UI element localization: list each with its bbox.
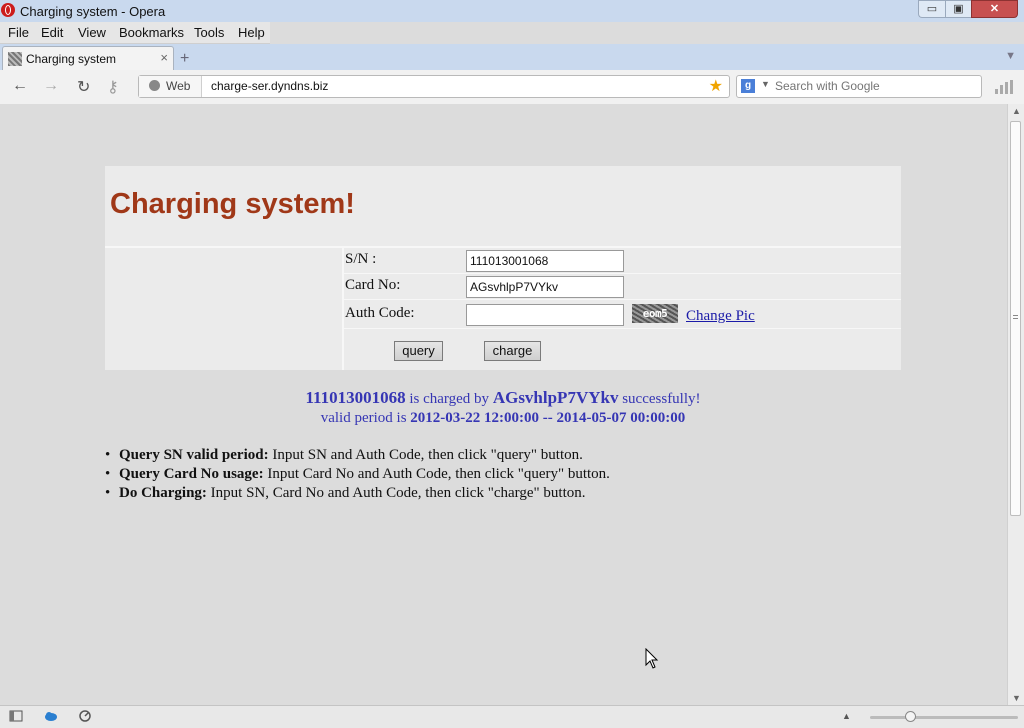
query-button[interactable]: query [394,341,443,361]
forward-button[interactable]: → [43,77,59,95]
result-charged-by: is charged by [409,391,490,407]
web-label: Web [166,79,191,93]
favicon-icon [8,52,22,66]
web-badge[interactable]: Web [139,76,202,97]
search-engine-dropdown-icon[interactable]: ▼ [761,79,770,89]
url-text[interactable]: charge-ser.dyndns.biz [211,79,328,93]
auth-code-input[interactable] [466,304,624,326]
panel-toggle-icon[interactable] [9,710,23,722]
bookmark-star-icon[interactable]: ★ [709,76,723,96]
mouse-cursor-icon [645,648,659,669]
valid-separator: -- [542,410,553,426]
opera-unite-cloud-icon[interactable] [44,710,58,722]
turbo-gauge-icon[interactable] [78,710,92,722]
close-button[interactable]: ✕ [971,0,1018,18]
card-no-input[interactable] [466,276,624,298]
change-pic-link[interactable]: Change Pic [686,308,755,325]
help-title: Query Card No usage: [119,466,264,482]
menu-bookmarks[interactable]: Bookmarks [119,25,184,40]
list-item: Query SN valid period: Input SN and Auth… [105,447,610,466]
tab-strip: Charging system × + ▼ [0,44,1024,70]
menu-file[interactable]: File [8,25,29,40]
result-success: successfully! [622,391,701,407]
navigation-toolbar: ← → ↻ ⚷ Web charge-ser.dyndns.biz ★ g ▼ [0,70,1024,105]
help-text: Input Card No and Auth Code, then click … [263,466,610,482]
list-item: Do Charging: Input SN, Card No and Auth … [105,485,610,504]
page-content: Charging system! S/N : Card No: Auth Cod… [0,104,1007,705]
divider [342,246,344,370]
result-sn: 111013001068 [305,388,406,407]
zoom-view-icon[interactable]: ▲ [842,711,851,721]
menu-edit[interactable]: Edit [41,25,63,40]
auth-code-label: Auth Code: [345,305,415,321]
menu-tools[interactable]: Tools [194,25,224,40]
title-bar: Charging system - Opera ▭ ▣ ✕ [0,0,1024,22]
divider [344,299,901,300]
help-list: Query SN valid period: Input SN and Auth… [105,447,610,504]
valid-period-label: valid period is [320,410,407,426]
address-bar[interactable]: Web charge-ser.dyndns.biz ★ [138,75,730,98]
zoom-slider[interactable] [870,716,1018,719]
list-item: Query Card No usage: Input Card No and A… [105,466,610,485]
valid-from: 2012-03-22 12:00:00 [410,410,540,426]
menu-bar: File Edit View Bookmarks Tools Help [0,22,270,44]
help-text: Input SN and Auth Code, then click "quer… [268,447,583,463]
divider [105,246,901,248]
new-tab-button[interactable]: + [180,50,189,68]
tab-list-chevron-icon[interactable]: ▼ [1005,50,1016,62]
reload-button[interactable]: ↻ [77,77,90,97]
back-button[interactable]: ← [12,77,28,95]
globe-icon [149,80,160,91]
google-icon[interactable]: g [741,79,755,93]
window-title: Charging system - Opera [20,4,166,19]
tab-close-icon[interactable]: × [160,50,168,65]
scrollbar-thumb[interactable] [1010,121,1021,516]
scroll-up-icon[interactable]: ▲ [1012,106,1021,116]
sn-label: S/N : [345,251,377,267]
status-bar: ▲ [0,705,1024,728]
help-title: Query SN valid period: [119,447,269,463]
divider [344,273,901,274]
maximize-button[interactable]: ▣ [945,0,971,18]
page-title: Charging system! [110,188,355,220]
menu-view[interactable]: View [78,25,106,40]
charge-form: S/N : Card No: Auth Code: eom5 Change Pi… [105,246,901,370]
key-icon[interactable]: ⚷ [107,77,119,97]
tab-charging-system[interactable]: Charging system × [2,46,174,70]
valid-to: 2014-05-07 00:00:00 [556,410,686,426]
help-text: Input SN, Card No and Auth Code, then cl… [206,485,586,501]
minimize-button[interactable]: ▭ [918,0,945,18]
search-input[interactable] [773,78,977,94]
charge-result: 111013001068 is charged by AGsvhlpP7VYkv… [105,388,901,427]
opera-logo-icon[interactable] [1,3,15,17]
menu-help[interactable]: Help [238,25,265,40]
help-title: Do Charging: [119,485,207,501]
card-no-label: Card No: [345,277,401,293]
page-header: Charging system! [105,166,901,246]
search-box[interactable]: g ▼ [736,75,982,98]
speed-dial-icon[interactable] [995,80,1013,94]
captcha-image: eom5 [632,304,678,323]
scroll-down-icon[interactable]: ▼ [1012,693,1021,703]
charge-button[interactable]: charge [484,341,541,361]
tab-title: Charging system [26,52,117,66]
sn-input[interactable] [466,250,624,272]
divider [344,328,901,329]
vertical-scrollbar[interactable]: ▲ ▼ [1007,104,1024,705]
zoom-slider-thumb[interactable] [905,711,916,722]
result-card: AGsvhlpP7VYkv [492,388,619,407]
